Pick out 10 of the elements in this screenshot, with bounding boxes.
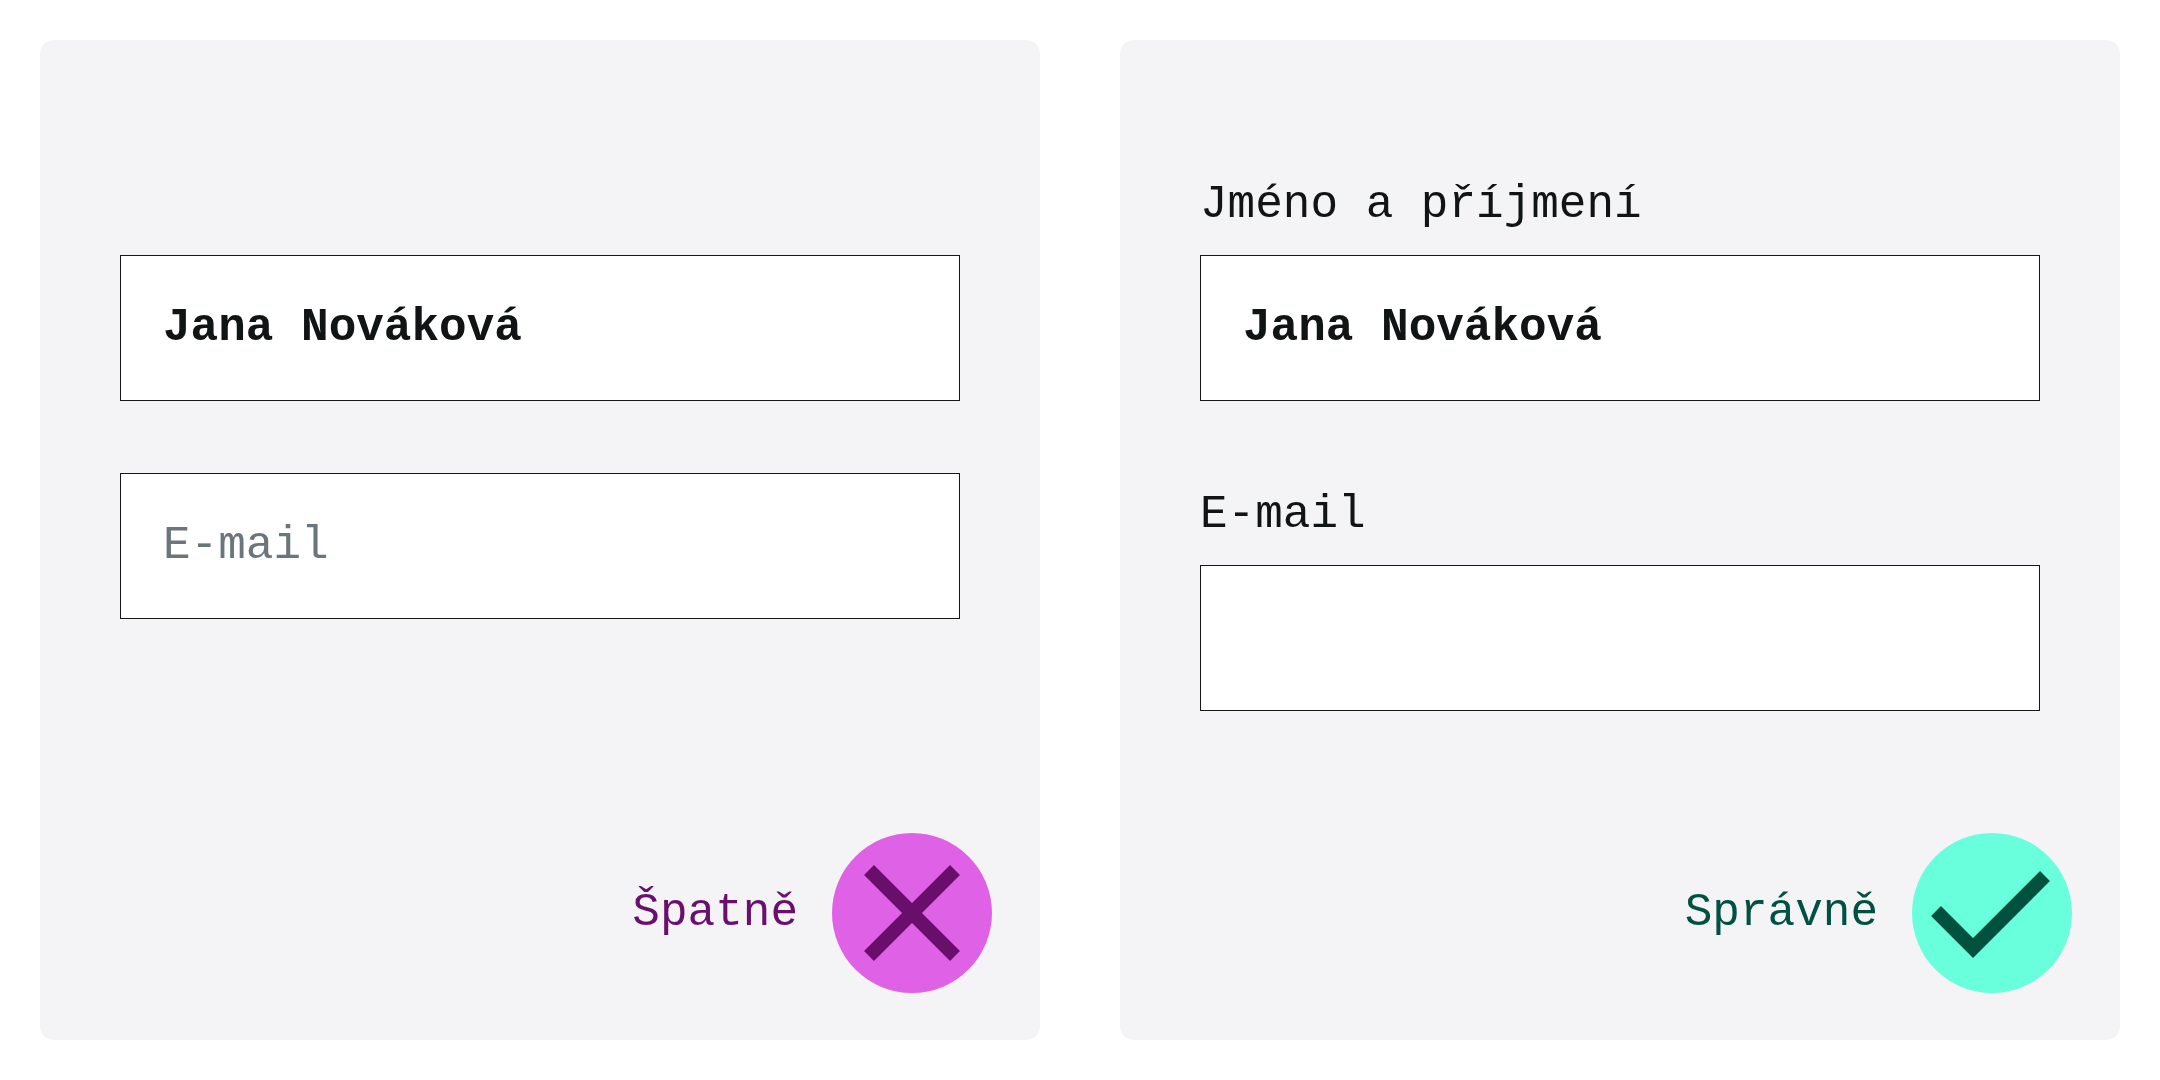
verdict-label: Špatně	[632, 885, 798, 941]
input-field[interactable]	[1200, 564, 2040, 711]
check-icon	[1912, 833, 2072, 993]
field-label: Jméno a příjmení	[1200, 177, 1642, 233]
field-label: E-mail	[1200, 487, 1366, 543]
input-field[interactable]: E-mail	[120, 472, 960, 619]
input-field[interactable]: Jana Nováková	[1200, 254, 2040, 401]
verdict-label: Správně	[1684, 886, 1878, 941]
input-field[interactable]: Jana Nováková	[120, 254, 960, 401]
cross-icon	[832, 833, 992, 993]
